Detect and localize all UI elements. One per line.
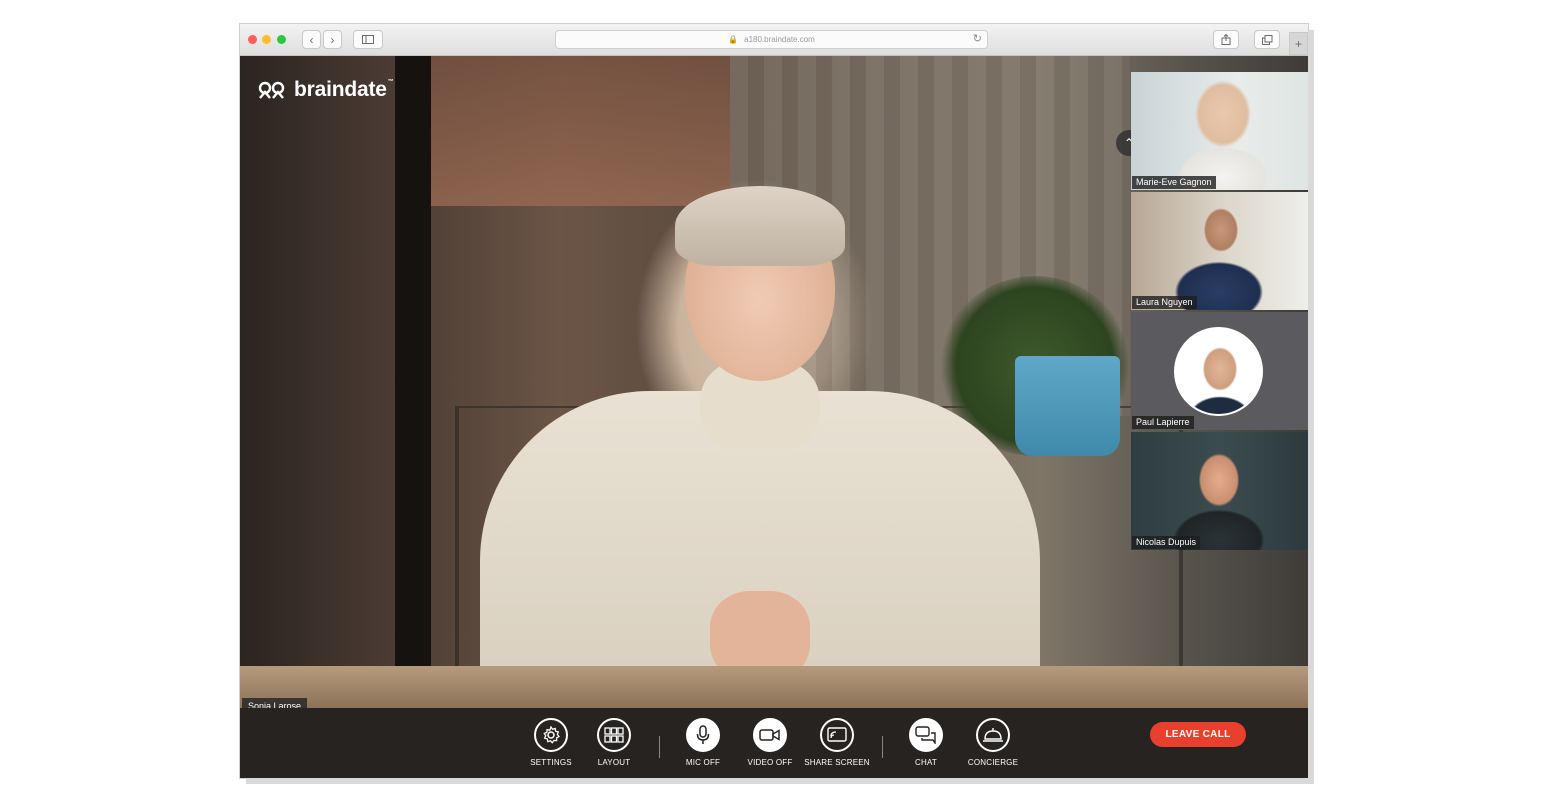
forward-button[interactable]: › xyxy=(323,30,342,49)
share-screen-label: SHARE SCREEN xyxy=(804,758,870,767)
tabs-overview-button[interactable] xyxy=(1254,30,1280,49)
minimize-window-button[interactable] xyxy=(262,35,271,44)
participant-name: Paul Lapierre xyxy=(1132,416,1194,429)
settings-button[interactable]: SETTINGS xyxy=(521,718,581,767)
chevron-left-icon: ‹ xyxy=(309,32,314,47)
concierge-label: CONCIERGE xyxy=(967,758,1019,767)
avatar xyxy=(1174,327,1263,416)
lock-icon: 🔒 xyxy=(728,35,739,44)
participant-tile[interactable]: Nicolas Dupuis xyxy=(1131,432,1308,550)
participant-name: Nicolas Dupuis xyxy=(1132,536,1201,549)
share-screen-button[interactable]: SHARE SCREEN xyxy=(804,718,870,767)
microphone-icon xyxy=(696,725,710,744)
participant-tile[interactable]: Laura Nguyen xyxy=(1131,192,1308,310)
video-toggle-button[interactable]: VIDEO OFF xyxy=(740,718,800,767)
share-icon xyxy=(1221,34,1231,45)
layout-label: LAYOUT xyxy=(597,758,631,767)
main-speaker-video xyxy=(480,181,1040,701)
new-tab-button[interactable]: + xyxy=(1289,32,1308,55)
cast-screen-icon xyxy=(827,727,847,742)
browser-window: ‹ › 🔒 a180.braindate.com ↻ + braindate ™… xyxy=(240,24,1308,778)
leave-call-button[interactable]: LEAVE CALL xyxy=(1150,722,1246,747)
concierge-bell-icon xyxy=(983,728,1003,742)
share-button[interactable] xyxy=(1213,30,1239,49)
video-camera-icon xyxy=(759,729,780,741)
reload-icon[interactable]: ↻ xyxy=(973,32,982,45)
mic-toggle-button[interactable]: MIC OFF xyxy=(673,718,733,767)
participant-tile[interactable]: Paul Lapierre xyxy=(1131,312,1308,430)
chat-bubbles-icon xyxy=(915,726,936,744)
layout-button[interactable]: LAYOUT xyxy=(584,718,644,767)
trademark: ™ xyxy=(387,79,394,85)
sidebar-button[interactable] xyxy=(353,30,383,49)
chat-label: CHAT xyxy=(915,758,937,767)
layout-icon xyxy=(604,727,624,743)
address-bar[interactable]: 🔒 a180.braindate.com ↻ xyxy=(555,30,988,49)
plus-icon: + xyxy=(1294,36,1302,51)
settings-label: SETTINGS xyxy=(530,758,572,767)
toolbar-divider xyxy=(882,736,883,758)
maximize-window-button[interactable] xyxy=(277,35,286,44)
logo-text: braindate xyxy=(294,78,387,101)
main-video[interactable]: braindate ™ Sonia Larose ⌃ Marie-Eve Gag… xyxy=(240,56,1308,708)
participant-name: Laura Nguyen xyxy=(1132,296,1197,309)
toolbar-divider xyxy=(659,736,660,758)
braindate-logo: braindate ™ xyxy=(257,78,394,102)
participant-tile[interactable]: Marie-Eve Gagnon xyxy=(1131,72,1308,190)
browser-toolbar: ‹ › 🔒 a180.braindate.com ↻ + xyxy=(240,24,1308,56)
participant-name: Marie-Eve Gagnon xyxy=(1132,176,1216,189)
chevron-right-icon: › xyxy=(330,32,335,47)
sidebar-icon xyxy=(362,35,374,44)
main-speaker-name: Sonia Larose xyxy=(242,698,308,708)
call-toolbar: SETTINGS LAYOUT MIC OFF VIDEO OFF SHARE … xyxy=(240,708,1308,778)
braindate-logo-icon xyxy=(258,81,285,99)
concierge-button[interactable]: CONCIERGE xyxy=(963,718,1023,767)
back-button[interactable]: ‹ xyxy=(302,30,321,49)
close-window-button[interactable] xyxy=(248,35,257,44)
tabs-icon xyxy=(1261,34,1272,45)
mic-off-label: MIC OFF xyxy=(685,758,721,767)
chat-button[interactable]: CHAT xyxy=(896,718,956,767)
video-off-label: VIDEO OFF xyxy=(747,758,793,767)
url-text: a180.braindate.com xyxy=(744,35,815,44)
gear-icon xyxy=(543,725,560,744)
